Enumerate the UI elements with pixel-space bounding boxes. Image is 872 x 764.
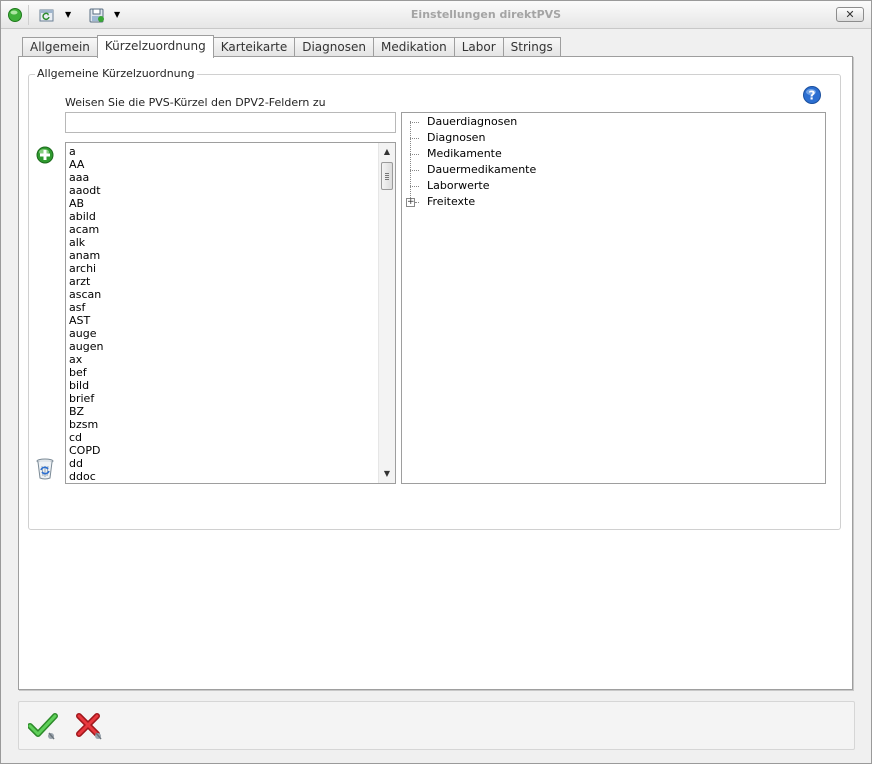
tree-connector	[410, 170, 419, 171]
list-item[interactable]: aaa	[69, 171, 103, 184]
list-item[interactable]: a	[69, 145, 103, 158]
list-item[interactable]: dd	[69, 457, 103, 470]
close-button[interactable]: ✕	[836, 7, 864, 22]
tree-node-dauermedikamente[interactable]: Dauermedikamente	[427, 162, 536, 178]
list-item[interactable]: arzt	[69, 275, 103, 288]
tree-connector	[410, 122, 419, 123]
list-item[interactable]: archi	[69, 262, 103, 275]
list-item[interactable]: COPD	[69, 444, 103, 457]
list-item[interactable]: acam	[69, 223, 103, 236]
dpv2-field-tree[interactable]: Dauerdiagnosen Diagnosen Medikamente Dau…	[401, 112, 826, 484]
tab-karteikarte[interactable]: Karteikarte	[212, 37, 296, 58]
grip-line	[385, 179, 389, 180]
add-icon[interactable]	[36, 146, 54, 164]
expand-plus-icon[interactable]: +	[406, 198, 415, 207]
list-item[interactable]: ax	[69, 353, 103, 366]
list-item[interactable]: bild	[69, 379, 103, 392]
tree-connector	[410, 154, 419, 155]
tree-node-dauerdiagnosen[interactable]: Dauerdiagnosen	[427, 114, 517, 130]
svg-text:?: ?	[809, 89, 816, 103]
tab-kuerzelzuordnung[interactable]: Kürzelzuordnung	[96, 35, 214, 58]
action-bar	[18, 701, 855, 750]
settings-window: ▼ ▼ Einstellungen direktPVS ✕ Allgemein …	[0, 0, 872, 764]
list-scrollbar[interactable]: ▲ ▼	[378, 143, 395, 483]
tab-diagnosen[interactable]: Diagnosen	[294, 37, 374, 58]
confirm-checkmark-icon[interactable]	[27, 711, 58, 741]
tab-panel: Allgemeine Kürzelzuordnung ? Weisen Sie …	[18, 56, 853, 690]
shortcode-listbox[interactable]: a AA aaa aaodt AB abild acam alk anam ar…	[65, 142, 396, 484]
instruction-label: Weisen Sie die PVS-Kürzel den DPV2-Felde…	[65, 96, 326, 109]
tree-connector	[410, 138, 419, 139]
tree-node-medikamente[interactable]: Medikamente	[427, 146, 502, 162]
scroll-thumb[interactable]	[381, 162, 393, 190]
tree-node-freitexte[interactable]: Freitexte	[427, 194, 475, 210]
grip-line	[385, 177, 389, 178]
tree-connector-line	[410, 121, 411, 202]
tab-labor[interactable]: Labor	[453, 37, 504, 58]
window-title: Einstellungen direktPVS	[410, 8, 562, 21]
list-item[interactable]: BZ	[69, 405, 103, 418]
list-item[interactable]: abild	[69, 210, 103, 223]
list-item[interactable]: aaodt	[69, 184, 103, 197]
list-item[interactable]: AST	[69, 314, 103, 327]
list-item[interactable]: bef	[69, 366, 103, 379]
list-item[interactable]: augen	[69, 340, 103, 353]
grip-line	[385, 173, 389, 174]
list-item[interactable]: AB	[69, 197, 103, 210]
group-legend: Allgemeine Kürzelzuordnung	[35, 67, 197, 80]
tab-strings[interactable]: Strings	[502, 37, 561, 58]
list-item[interactable]: alk	[69, 236, 103, 249]
list-item[interactable]: auge	[69, 327, 103, 340]
list-item[interactable]: cd	[69, 431, 103, 444]
tab-medikation[interactable]: Medikation	[372, 37, 455, 58]
list-item[interactable]: AA	[69, 158, 103, 171]
list-item[interactable]: anam	[69, 249, 103, 262]
tree-connector	[410, 186, 419, 187]
tree-node-diagnosen[interactable]: Diagnosen	[427, 130, 485, 146]
list-item[interactable]: ddoc	[69, 470, 103, 483]
list-item[interactable]: bzsm	[69, 418, 103, 431]
title-bar: ▼ ▼ Einstellungen direktPVS ✕	[1, 1, 871, 29]
help-icon[interactable]: ?	[803, 86, 821, 104]
list-item[interactable]: asf	[69, 301, 103, 314]
cancel-x-icon[interactable]	[74, 711, 104, 741]
list-item[interactable]: ascan	[69, 288, 103, 301]
filter-input[interactable]	[65, 112, 396, 133]
tree-node-laborwerte[interactable]: Laborwerte	[427, 178, 489, 194]
grip-line	[385, 175, 389, 176]
scroll-up-arrow-icon[interactable]: ▲	[379, 145, 395, 159]
tree-connector	[415, 202, 419, 203]
scroll-down-arrow-icon[interactable]: ▼	[379, 467, 395, 481]
shortcode-list: a AA aaa aaodt AB abild acam alk anam ar…	[69, 145, 103, 483]
list-item[interactable]: brief	[69, 392, 103, 405]
tab-strip: Allgemein Kürzelzuordnung Karteikarte Di…	[22, 35, 561, 58]
trash-icon[interactable]	[35, 457, 55, 481]
tab-allgemein[interactable]: Allgemein	[22, 37, 98, 58]
